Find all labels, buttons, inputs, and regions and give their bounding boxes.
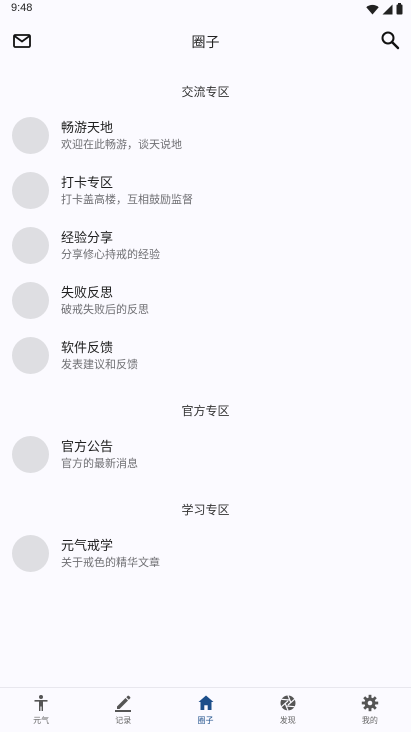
forum-desc: 打卡盖高楼，互相鼓励监督 <box>61 193 193 206</box>
forum-item-feedback[interactable]: 软件反馈 发表建议和反馈 <box>0 334 411 378</box>
forum-name: 软件反馈 <box>61 341 114 356</box>
person-icon <box>34 695 48 711</box>
pen-icon <box>115 695 132 712</box>
avatar <box>12 227 49 264</box>
forum-item-announcement[interactable]: 官方公告 官方的最新消息 <box>0 433 411 477</box>
nav-label: 圈子 <box>197 716 214 725</box>
nav-item-mine[interactable]: 我的 <box>329 688 411 732</box>
section-title-official: 官方专区 <box>181 404 230 418</box>
nav-item-circle[interactable]: 圈子 <box>164 688 246 732</box>
nav-label: 元气 <box>33 716 50 725</box>
search-icon[interactable] <box>380 30 400 50</box>
section-title-exchange: 交流专区 <box>181 85 230 99</box>
avatar <box>12 117 49 154</box>
wifi-icon <box>366 4 379 14</box>
forum-desc: 发表建议和反馈 <box>61 358 138 371</box>
forum-name: 经验分享 <box>61 231 114 246</box>
forum-item-experience[interactable]: 经验分享 分享修心持戒的经验 <box>0 224 411 268</box>
forum-desc: 官方的最新消息 <box>61 457 138 470</box>
nav-label: 我的 <box>361 716 378 725</box>
status-time: 9:48 <box>11 2 33 14</box>
forum-item-reflection[interactable]: 失败反思 破戒失败后的反思 <box>0 279 411 323</box>
forum-item-chat[interactable]: 畅游天地 欢迎在此畅游，谈天说地 <box>0 114 411 158</box>
forum-desc: 关于戒色的精华文章 <box>61 556 160 569</box>
nav-label: 发现 <box>279 716 296 725</box>
forum-name: 元气戒学 <box>61 539 114 554</box>
status-icons <box>366 3 403 15</box>
avatar <box>12 535 49 572</box>
section-title-study: 学习专区 <box>181 503 230 517</box>
status-bar: 9:48 <box>0 0 411 18</box>
nav-item-yuanqi[interactable]: 元气 <box>0 688 82 732</box>
forum-desc: 欢迎在此畅游，谈天说地 <box>61 138 182 151</box>
avatar <box>12 436 49 473</box>
forum-desc: 分享修心持戒的经验 <box>61 248 160 261</box>
page-title: 圈子 <box>191 35 220 51</box>
battery-icon <box>396 3 403 15</box>
forum-name: 畅游天地 <box>61 121 114 136</box>
forum-name: 官方公告 <box>61 440 114 455</box>
aperture-icon <box>280 695 296 711</box>
forum-desc: 破戒失败后的反思 <box>61 303 149 316</box>
nav-item-record[interactable]: 记录 <box>82 688 164 732</box>
home-icon <box>198 695 213 710</box>
avatar <box>12 172 49 209</box>
forum-name: 打卡专区 <box>61 176 114 191</box>
forum-item-study[interactable]: 元气戒学 关于戒色的精华文章 <box>0 532 411 576</box>
signal-icon <box>382 4 393 14</box>
forum-name: 失败反思 <box>61 286 114 301</box>
avatar <box>12 282 49 319</box>
bottom-nav: 元气 记录 圈子 发现 我的 <box>0 687 411 732</box>
app-bar: 圈子 <box>0 22 411 60</box>
gear-icon <box>361 694 379 712</box>
nav-item-discover[interactable]: 发现 <box>247 688 329 732</box>
nav-label: 记录 <box>115 716 132 725</box>
forum-item-checkin[interactable]: 打卡专区 打卡盖高楼，互相鼓励监督 <box>0 169 411 213</box>
avatar <box>12 337 49 374</box>
